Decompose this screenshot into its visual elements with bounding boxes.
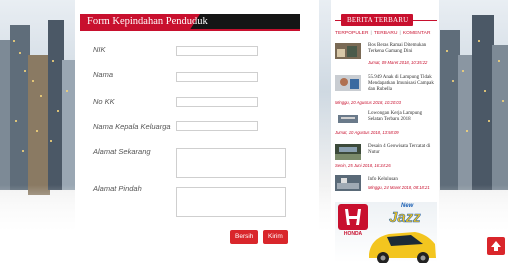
news-title[interactable]: Desain 4 Geowisata Tercatat di Nutur	[368, 144, 438, 156]
submit-button[interactable]: Kirim	[263, 230, 288, 244]
sidebar-tabs: TERPOPULER | TERBARU | KOMENTAR	[335, 31, 431, 36]
news-date: Minggu, 20 Agustus 2018, 10:20:03	[335, 100, 401, 105]
form-header: Form Kepindahan Penduduk	[80, 14, 300, 31]
arrow-up-icon	[491, 241, 501, 251]
news-thumbnail	[335, 75, 361, 91]
news-thumbnail	[335, 43, 361, 59]
sidebar-title-pill: BERITA TERBARU	[341, 14, 413, 26]
sidebar-title: BERITA TERBARU	[347, 16, 409, 24]
news-date: Senin, 25 Juni 2018, 16:34:26	[335, 163, 391, 168]
news-title[interactable]: Bos Beras Ramai Ditemukan Terkena Gamang…	[368, 43, 438, 55]
label-nik: NIK	[93, 45, 106, 54]
tab-terpopuler[interactable]: TERPOPULER	[335, 31, 369, 36]
form-title: Form Kepindahan Penduduk	[87, 16, 208, 27]
main-content: Form Kepindahan Penduduk NIK Nama No KK …	[75, 0, 319, 263]
news-date: Jumat, 09 Maret 2018, 10:35:22	[368, 60, 428, 65]
nama-input[interactable]	[176, 72, 258, 82]
tab-komentar[interactable]: KOMENTAR	[403, 31, 431, 36]
alamat-sekarang-textarea[interactable]	[176, 148, 286, 178]
sidebar-header: BERITA TERBARU	[335, 14, 437, 26]
news-title[interactable]: 55.949 Anak di Lampung Tidak Mendapatkan…	[368, 75, 438, 93]
reset-button[interactable]: Bersih	[230, 230, 259, 244]
news-date: Jumat, 10 Agustus 2018, 13:58:09	[335, 130, 399, 135]
scroll-to-top-button[interactable]	[487, 237, 505, 255]
nik-input[interactable]	[176, 46, 258, 56]
nama-kepala-keluarga-input[interactable]	[176, 121, 258, 131]
sidebar: BERITA TERBARU TERPOPULER | TERBARU | KOMENT…	[331, 0, 439, 263]
honda-jazz-ad[interactable]: HONDA New Jazz	[335, 202, 437, 263]
label-no-kk: No KK	[93, 97, 115, 106]
label-nama-kepala-keluarga: Nama Kepala Keluarga	[93, 122, 171, 131]
header-rule-right	[413, 20, 437, 21]
news-date: Minggu, 24 Maret 2018, 08:18:21	[368, 185, 430, 190]
news-title[interactable]: Lowongan Kerja Lampung Selatan Terbaru 2…	[368, 111, 438, 123]
no-kk-input[interactable]	[176, 97, 258, 107]
news-thumbnail	[335, 144, 361, 160]
news-thumbnail	[335, 175, 361, 191]
alamat-pindah-textarea[interactable]	[176, 187, 286, 217]
label-alamat-sekarang: Alamat Sekarang	[93, 147, 151, 156]
tab-terbaru[interactable]: TERBARU	[374, 31, 398, 36]
label-alamat-pindah: Alamat Pindah	[93, 184, 142, 193]
news-title[interactable]: Info Kelulusan	[368, 177, 438, 183]
news-thumbnail	[335, 111, 361, 127]
label-nama: Nama	[93, 70, 114, 79]
car-illustration	[369, 232, 436, 263]
